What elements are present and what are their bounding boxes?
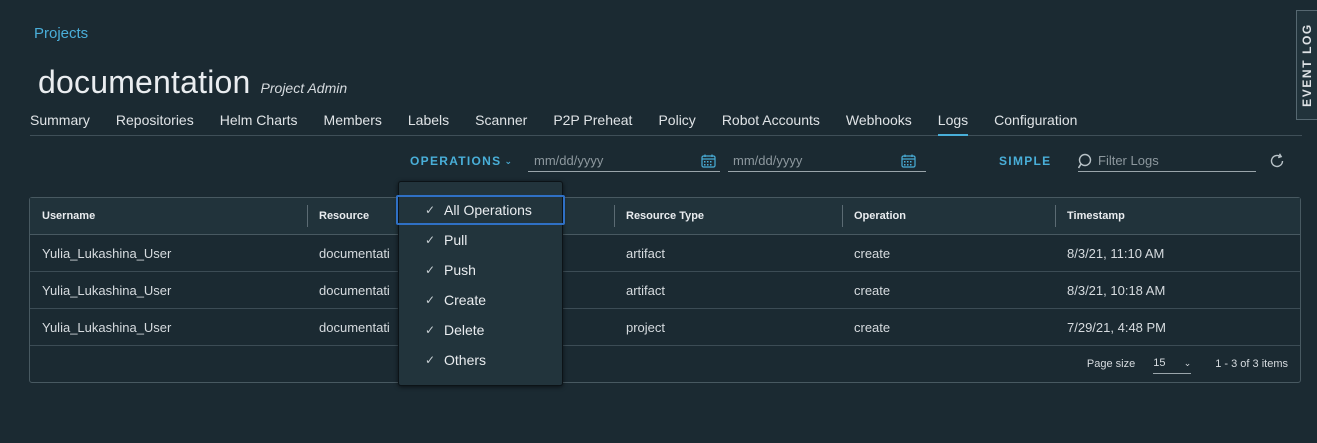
cell-resource-type: project <box>626 319 666 335</box>
menu-item-label: Others <box>444 352 487 368</box>
calendar-icon[interactable] <box>701 154 716 168</box>
menu-item-label: Delete <box>444 322 485 338</box>
logs-table: Username Resource Resource Type Operatio… <box>29 197 1301 383</box>
tab-policy[interactable]: Policy <box>658 112 695 136</box>
menu-item-others[interactable]: ✓ Others <box>399 345 562 375</box>
menu-item-label: Create <box>444 292 487 308</box>
refresh-icon[interactable] <box>1268 152 1286 170</box>
tab-helm-charts[interactable]: Helm Charts <box>220 112 298 136</box>
column-resource-type[interactable]: Resource Type <box>614 198 842 234</box>
check-icon: ✓ <box>425 353 436 367</box>
event-log-label: EVENT LOG <box>1300 23 1314 107</box>
table-header: Username Resource Resource Type Operatio… <box>30 198 1300 235</box>
menu-item-pull[interactable]: ✓ Pull <box>399 225 562 255</box>
cell-timestamp: 8/3/21, 11:10 AM <box>1067 245 1165 261</box>
project-name: documentation <box>38 64 251 100</box>
menu-item-all-operations[interactable]: ✓ All Operations <box>396 195 565 225</box>
cell-username: Yulia_Lukashina_User <box>42 319 172 335</box>
check-icon: ✓ <box>425 233 436 247</box>
page: Projects documentation Project Admin Sum… <box>0 0 1317 443</box>
tab-summary[interactable]: Summary <box>30 112 90 136</box>
column-timestamp[interactable]: Timestamp <box>1055 198 1300 234</box>
project-role: Project Admin <box>260 80 348 96</box>
end-date-field[interactable] <box>728 150 926 172</box>
breadcrumb-projects[interactable]: Projects <box>34 25 88 42</box>
cell-timestamp: 7/29/21, 4:48 PM <box>1067 319 1167 335</box>
filter-logs-input[interactable] <box>1098 153 1248 168</box>
event-log-toggle[interactable]: EVENT LOG <box>1296 10 1317 120</box>
chevron-down-icon: ⌄ <box>504 155 514 166</box>
tab-members[interactable]: Members <box>324 112 382 136</box>
end-date-input[interactable] <box>733 153 873 168</box>
check-icon: ✓ <box>425 323 436 337</box>
table-footer: Page size 15 ⌄ 1 - 3 of 3 items <box>30 345 1300 382</box>
logs-toolbar: OPERATIONS ⌄ SIMPLE <box>0 150 1317 174</box>
cell-operation: create <box>854 282 891 298</box>
calendar-icon[interactable] <box>901 154 916 168</box>
menu-item-push[interactable]: ✓ Push <box>399 255 562 285</box>
cell-timestamp: 8/3/21, 10:18 AM <box>1067 282 1166 298</box>
cell-username: Yulia_Lukashina_User <box>42 245 172 261</box>
page-size-select[interactable]: 15 ⌄ <box>1153 354 1192 374</box>
start-date-input[interactable] <box>534 153 674 168</box>
table-row: Yulia_Lukashina_User documentati project… <box>30 309 1300 346</box>
tab-webhooks[interactable]: Webhooks <box>846 112 912 136</box>
tab-scanner[interactable]: Scanner <box>475 112 527 136</box>
menu-item-create[interactable]: ✓ Create <box>399 285 562 315</box>
tab-repositories[interactable]: Repositories <box>116 112 194 136</box>
cell-resource-type: artifact <box>626 282 666 298</box>
tab-robot-accounts[interactable]: Robot Accounts <box>722 112 820 136</box>
search-icon <box>1078 153 1092 168</box>
start-date-field[interactable] <box>528 150 720 172</box>
page-size-label: Page size <box>1086 357 1136 370</box>
pagination-range: 1 - 3 of 3 items <box>1215 357 1288 370</box>
chevron-down-icon: ⌄ <box>1183 357 1192 368</box>
menu-item-label: Pull <box>444 232 468 248</box>
simple-search-button[interactable]: SIMPLE <box>999 154 1051 168</box>
tab-labels[interactable]: Labels <box>408 112 449 136</box>
cell-username: Yulia_Lukashina_User <box>42 282 172 298</box>
project-tabs: Summary Repositories Helm Charts Members… <box>30 112 1302 136</box>
check-icon: ✓ <box>425 293 436 307</box>
table-row: Yulia_Lukashina_User documentati artifac… <box>30 235 1300 272</box>
menu-item-label: All Operations <box>444 202 532 218</box>
operations-dropdown-button[interactable]: OPERATIONS ⌄ <box>410 154 513 168</box>
cell-operation: create <box>854 319 891 335</box>
operations-dropdown-menu: ✓ All Operations ✓ Pull ✓ Push ✓ Create … <box>396 181 565 386</box>
check-icon: ✓ <box>425 203 436 217</box>
page-title: documentation Project Admin <box>38 64 347 101</box>
cell-resource-type: artifact <box>626 245 666 261</box>
tab-p2p-preheat[interactable]: P2P Preheat <box>553 112 632 136</box>
check-icon: ✓ <box>425 263 436 277</box>
tab-configuration[interactable]: Configuration <box>994 112 1077 136</box>
cell-operation: create <box>854 245 891 261</box>
page-size-value: 15 <box>1153 357 1166 369</box>
column-username[interactable]: Username <box>30 198 307 234</box>
menu-item-label: Push <box>444 262 476 278</box>
menu-item-delete[interactable]: ✓ Delete <box>399 315 562 345</box>
table-row: Yulia_Lukashina_User documentati artifac… <box>30 272 1300 309</box>
tab-logs[interactable]: Logs <box>937 112 969 136</box>
filter-logs-field[interactable] <box>1078 150 1256 172</box>
operations-label: OPERATIONS <box>410 154 502 168</box>
column-operation[interactable]: Operation <box>842 198 1055 234</box>
